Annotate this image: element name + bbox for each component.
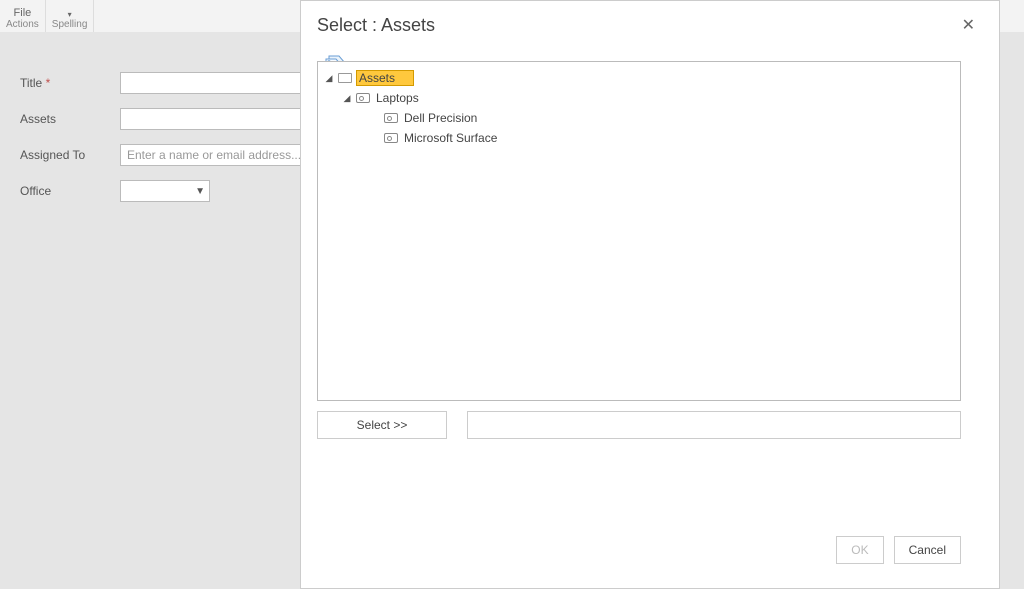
tag-icon	[384, 133, 398, 143]
ribbon-actions-group[interactable]: File Actions	[0, 0, 46, 32]
chevron-down-icon: ▼	[195, 186, 205, 197]
assigned-to-label: Assigned To	[20, 148, 120, 162]
tree-root[interactable]: ◢ Assets	[324, 68, 954, 88]
dialog-title: Select : Assets	[317, 15, 435, 36]
tag-icon	[356, 93, 370, 103]
file-label: File	[14, 7, 32, 19]
required-star-icon: *	[46, 76, 51, 90]
tree-leaf-label: Microsoft Surface	[402, 131, 499, 145]
actions-label: Actions	[6, 19, 39, 30]
dialog-body: ◢ Assets ◢ Laptops Dell Precision Micros…	[317, 61, 961, 518]
ok-button[interactable]: OK	[836, 536, 883, 564]
tree-node-laptops[interactable]: ◢ Laptops	[324, 88, 954, 108]
assets-label: Assets	[20, 112, 120, 126]
dialog-select-assets: Select : Assets ✕ ◢ Assets ◢ Laptops	[300, 0, 1000, 589]
tree-leaf-surface[interactable]: Microsoft Surface	[324, 128, 954, 148]
collapse-caret-icon[interactable]: ◢	[324, 73, 334, 84]
tree-leaf-dell[interactable]: Dell Precision	[324, 108, 954, 128]
office-select[interactable]: ▼	[120, 180, 210, 202]
close-icon[interactable]: ✕	[954, 11, 983, 39]
tag-icon	[384, 113, 398, 123]
select-output[interactable]	[467, 411, 961, 439]
tree-root-label: Assets	[356, 70, 414, 86]
cancel-button[interactable]: Cancel	[894, 536, 961, 564]
tree-pane: ◢ Assets ◢ Laptops Dell Precision Micros…	[317, 61, 961, 401]
collapse-caret-icon[interactable]: ◢	[342, 93, 352, 104]
spelling-label: Spelling	[52, 19, 88, 30]
title-label: Title *	[20, 76, 120, 90]
select-button[interactable]: Select >>	[317, 411, 447, 439]
chevron-down-icon: ▾	[68, 10, 72, 19]
office-label: Office	[20, 184, 120, 198]
termset-icon	[338, 73, 352, 83]
tree-leaf-label: Dell Precision	[402, 111, 479, 125]
tree-node-label: Laptops	[374, 91, 421, 105]
ribbon-spelling-group[interactable]: ▾ Spelling	[46, 0, 95, 32]
